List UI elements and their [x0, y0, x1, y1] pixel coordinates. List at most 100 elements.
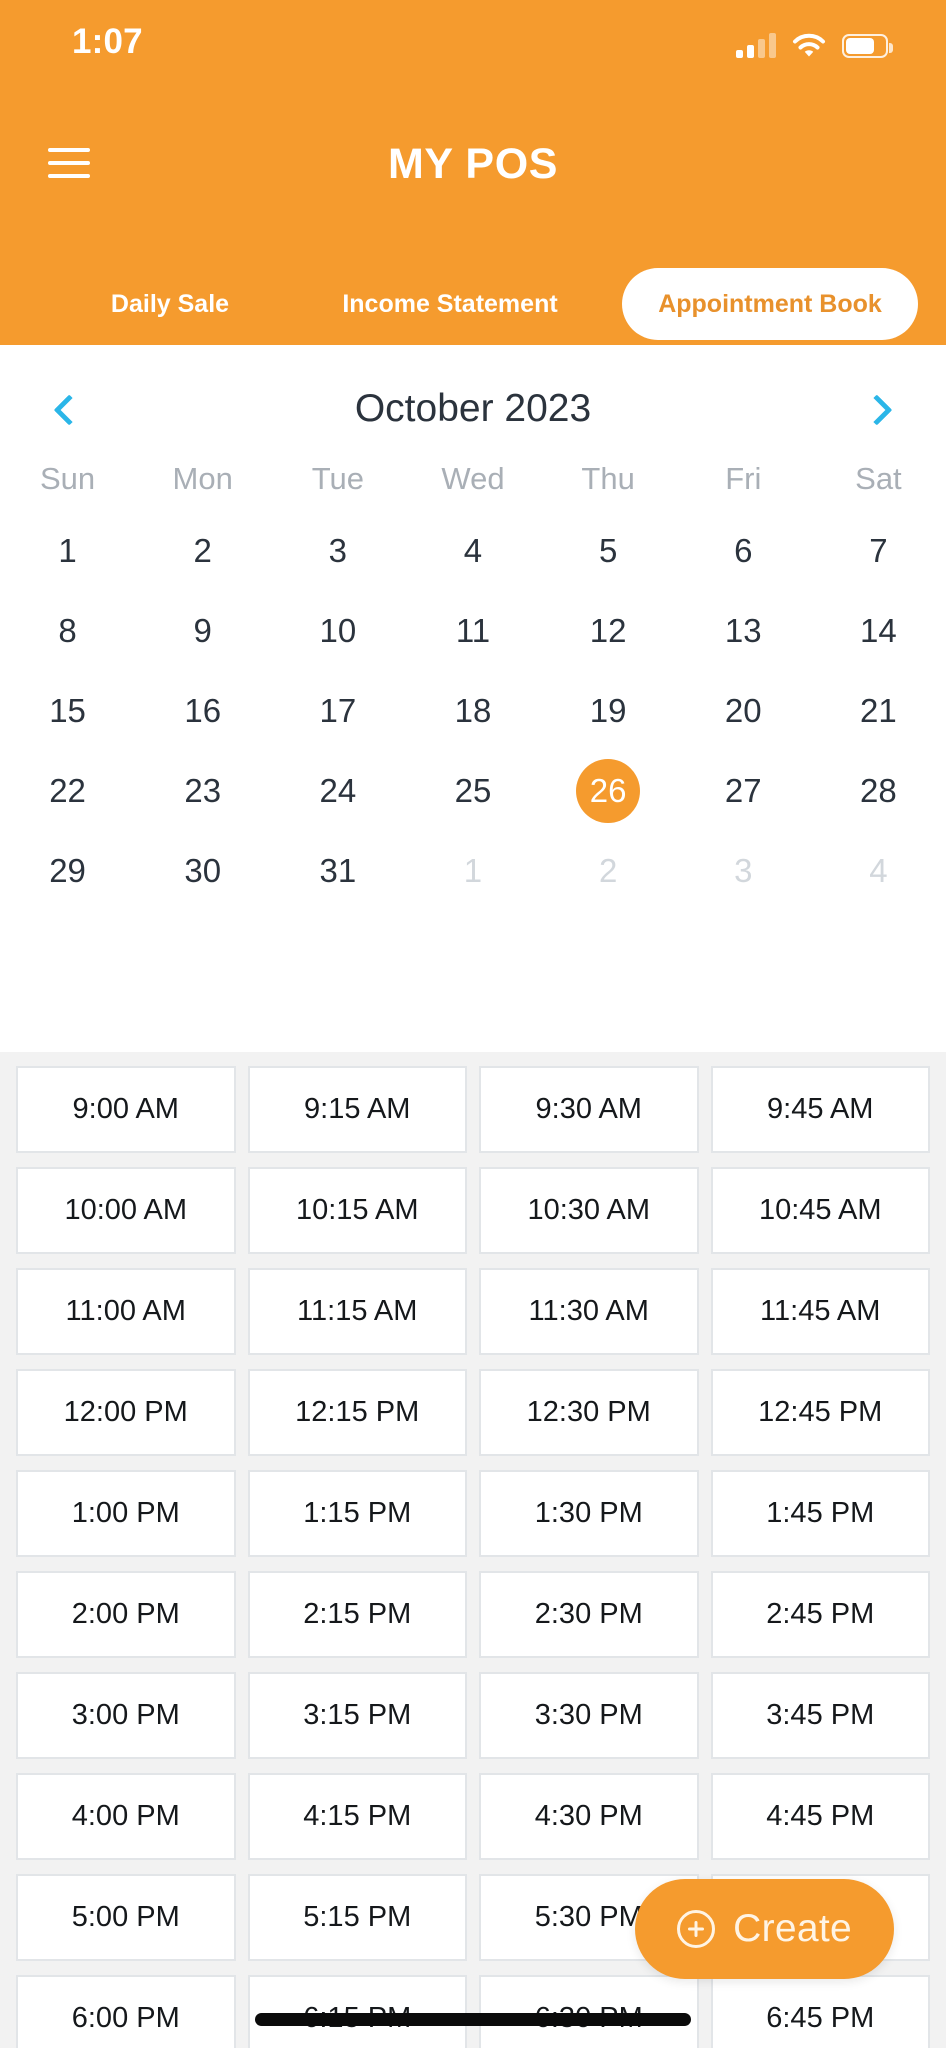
calendar-day[interactable]: 21 [811, 671, 946, 751]
calendar-day[interactable]: 12 [541, 591, 676, 671]
time-slot[interactable]: 5:15 PM [247, 1874, 467, 1961]
time-slot[interactable]: 11:45 AM [710, 1268, 930, 1355]
time-slot[interactable]: 3:45 PM [710, 1672, 930, 1759]
time-slot[interactable]: 6:45 PM [710, 1975, 930, 2048]
calendar-day-number: 5 [598, 532, 618, 569]
time-slot[interactable]: 11:00 AM [16, 1268, 236, 1355]
calendar-day[interactable]: 9 [135, 591, 270, 671]
time-slot[interactable]: 3:00 PM [16, 1672, 236, 1759]
calendar-day[interactable]: 25 [405, 751, 540, 831]
calendar-day[interactable]: 20 [676, 671, 811, 751]
calendar-day[interactable]: 24 [270, 751, 405, 831]
tab-income-statement[interactable]: Income Statement [300, 268, 600, 340]
time-slot[interactable]: 12:15 PM [247, 1369, 467, 1456]
calendar-day[interactable]: 3 [676, 831, 811, 911]
time-slot[interactable]: 2:15 PM [247, 1571, 467, 1658]
time-slot[interactable]: 1:00 PM [16, 1470, 236, 1557]
time-slot[interactable]: 3:30 PM [479, 1672, 699, 1759]
time-slot[interactable]: 9:45 AM [710, 1066, 930, 1153]
time-slot[interactable]: 9:30 AM [479, 1066, 699, 1153]
time-slot[interactable]: 1:45 PM [710, 1470, 930, 1557]
calendar-day[interactable]: 6 [676, 511, 811, 591]
time-slot[interactable]: 9:15 AM [247, 1066, 467, 1153]
calendar-day-number: 24 [319, 772, 357, 809]
calendar-day[interactable]: 8 [0, 591, 135, 671]
calendar-day[interactable]: 28 [811, 751, 946, 831]
calendar-day-number: 17 [319, 692, 357, 729]
time-slot[interactable]: 6:00 PM [16, 1975, 236, 2048]
calendar-day[interactable]: 3 [270, 511, 405, 591]
calendar-day[interactable]: 2 [135, 511, 270, 591]
time-slot[interactable]: 2:45 PM [710, 1571, 930, 1658]
calendar-day[interactable]: 14 [811, 591, 946, 671]
time-slot[interactable]: 9:00 AM [16, 1066, 236, 1153]
calendar-day[interactable]: 30 [135, 831, 270, 911]
time-slot[interactable]: 10:15 AM [247, 1167, 467, 1254]
calendar-day[interactable]: 18 [405, 671, 540, 751]
time-slot[interactable]: 3:15 PM [247, 1672, 467, 1759]
time-slot[interactable]: 6:15 PM [247, 1975, 467, 2048]
calendar-day[interactable]: 4 [811, 831, 946, 911]
calendar-panel: October 2023 Sun Mon Tue Wed Thu Fri Sat… [0, 345, 946, 1052]
weekday-tue: Tue [311, 461, 364, 496]
calendar-header: October 2023 [0, 371, 946, 447]
time-slot[interactable]: 12:30 PM [479, 1369, 699, 1456]
page-title: MY POS [387, 140, 559, 188]
calendar-day-number: 20 [724, 692, 762, 729]
calendar-day[interactable]: 13 [676, 591, 811, 671]
status-bar: 1:07 [0, 0, 946, 78]
time-slot[interactable]: 4:30 PM [479, 1773, 699, 1860]
calendar-day[interactable]: 17 [270, 671, 405, 751]
time-slot[interactable]: 2:00 PM [16, 1571, 236, 1658]
time-slot[interactable]: 11:30 AM [479, 1268, 699, 1355]
chevron-right-icon[interactable] [846, 377, 912, 443]
calendar-day-number: 12 [589, 612, 627, 649]
calendar-day[interactable]: 5 [541, 511, 676, 591]
time-slot[interactable]: 10:30 AM [479, 1167, 699, 1254]
calendar-day[interactable]: 16 [135, 671, 270, 751]
calendar-day[interactable]: 7 [811, 511, 946, 591]
calendar-day-number: 23 [184, 772, 222, 809]
calendar-day-number: 10 [319, 612, 357, 649]
tab-appointment-book[interactable]: Appointment Book [622, 268, 918, 340]
calendar-day[interactable]: 10 [270, 591, 405, 671]
tab-daily-sale[interactable]: Daily Sale [60, 268, 280, 340]
time-slot[interactable]: 4:45 PM [710, 1773, 930, 1860]
calendar-day[interactable]: 1 [405, 831, 540, 911]
calendar-day[interactable]: 29 [0, 831, 135, 911]
calendar-day[interactable]: 19 [541, 671, 676, 751]
calendar-day[interactable]: 27 [676, 751, 811, 831]
time-slot[interactable]: 1:30 PM [479, 1470, 699, 1557]
time-slot[interactable]: 4:00 PM [16, 1773, 236, 1860]
create-appointment-button[interactable]: Create [635, 1879, 894, 1979]
calendar-day[interactable]: 23 [135, 751, 270, 831]
time-slot[interactable]: 2:30 PM [479, 1571, 699, 1658]
calendar-day[interactable]: 1 [0, 511, 135, 591]
time-slot[interactable]: 11:15 AM [247, 1268, 467, 1355]
time-slot[interactable]: 5:00 PM [16, 1874, 236, 1961]
calendar-day[interactable]: 31 [270, 831, 405, 911]
time-slot[interactable]: 12:00 PM [16, 1369, 236, 1456]
time-slot[interactable]: 10:45 AM [710, 1167, 930, 1254]
calendar-day-number: 4 [869, 852, 888, 889]
plus-circle-icon [677, 1910, 716, 1948]
calendar-day-number: 1 [463, 852, 483, 889]
time-slot[interactable]: 1:15 PM [247, 1470, 467, 1557]
calendar-day[interactable]: 2 [541, 831, 676, 911]
time-slot[interactable]: 12:45 PM [710, 1369, 930, 1456]
calendar-day-selected[interactable]: 26 [541, 751, 676, 831]
calendar-day[interactable]: 11 [405, 591, 540, 671]
calendar-day-number: 1 [58, 532, 77, 569]
status-bar-time: 1:07 [72, 22, 143, 61]
calendar-day-number: 3 [734, 852, 753, 889]
tab-bar: Daily Sale Income Statement Appointment … [0, 268, 946, 340]
time-slot[interactable]: 4:15 PM [247, 1773, 467, 1860]
time-slot[interactable]: 6:30 PM [479, 1975, 699, 2048]
time-slot[interactable]: 10:00 AM [16, 1167, 236, 1254]
calendar-day-number: 14 [860, 612, 897, 649]
calendar-day[interactable]: 15 [0, 671, 135, 751]
app-header: 1:07 MY POS Daily Sale Income Statement … [0, 0, 946, 345]
calendar-day-number: 31 [319, 852, 357, 889]
calendar-day[interactable]: 4 [405, 511, 540, 591]
calendar-day[interactable]: 22 [0, 751, 135, 831]
